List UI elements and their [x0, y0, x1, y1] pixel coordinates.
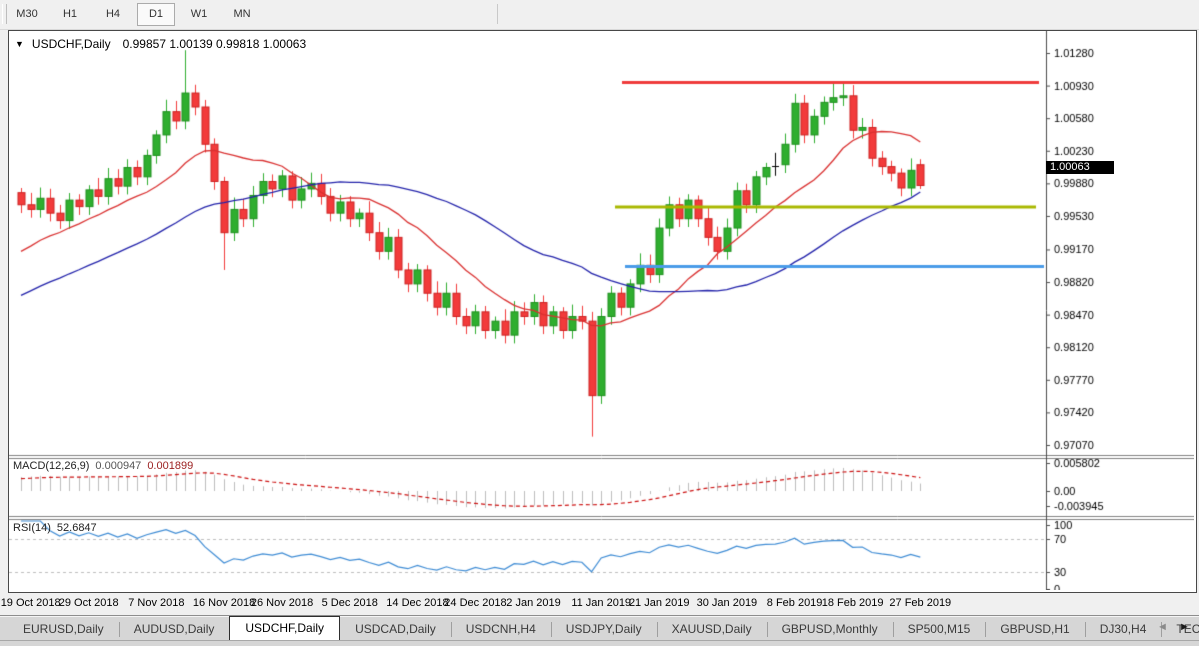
tab-usdjpy-daily[interactable]: USDJPY,Daily [551, 619, 657, 640]
chart-window: ▼ USDCHF,Daily 0.99857 1.00139 0.99818 1.0… [8, 30, 1197, 593]
tab-gbpusd-monthly[interactable]: GBPUSD,Monthly [767, 619, 893, 640]
tab-bar-divider [0, 640, 1199, 641]
date-label: 27 Feb 2019 [889, 597, 951, 609]
toolbar-separator [497, 4, 498, 24]
tab-usdcnh-h4[interactable]: USDCNH,H4 [451, 619, 551, 640]
chevron-down-icon[interactable]: ▼ [15, 39, 24, 49]
tab-gbpusd-h1[interactable]: GBPUSD,H1 [985, 619, 1084, 640]
symbol-tabs: EURUSD,DailyAUDUSD,DailyUSDCHF,DailyUSDC… [8, 616, 1199, 640]
symbol-tab-bar: EURUSD,DailyAUDUSD,DailyUSDCHF,DailyUSDC… [0, 615, 1199, 646]
date-label: 19 Oct 2018 [1, 597, 61, 609]
date-label: 2 Jan 2019 [506, 597, 560, 609]
date-label: 21 Jan 2019 [629, 597, 690, 609]
date-label: 18 Feb 2019 [822, 597, 884, 609]
tab-eurusd-daily[interactable]: EURUSD,Daily [8, 619, 119, 640]
timeframe-button-w1[interactable]: W1 [180, 3, 218, 26]
timeframe-buttons: M30H1H4D1W1MN [8, 3, 261, 26]
date-label: 11 Jan 2019 [571, 597, 631, 609]
date-label: 16 Nov 2018 [193, 597, 255, 609]
tabs-scroll-left-icon[interactable]: ◄ [1157, 621, 1168, 633]
chart-quote-ohlc: 0.99857 1.00139 0.99818 1.00063 [123, 37, 307, 51]
date-label: 30 Jan 2019 [697, 597, 758, 609]
chart-title: ▼ USDCHF,Daily 0.99857 1.00139 0.99818 1.0… [15, 37, 306, 51]
macd-name: MACD(12,26,9) [13, 460, 89, 472]
timeframe-button-h1[interactable]: H1 [51, 3, 89, 26]
rsi-name: RSI(14) [13, 522, 51, 534]
current-price-tag: 1.00063 [1046, 161, 1114, 174]
date-axis: 19 Oct 201829 Oct 20187 Nov 201816 Nov 2… [8, 594, 1197, 614]
date-label: 7 Nov 2018 [128, 597, 184, 609]
tab-dj30-h4[interactable]: DJ30,H4 [1085, 619, 1162, 640]
date-label: 5 Dec 2018 [322, 597, 378, 609]
rsi-value: 52.6847 [57, 522, 97, 534]
tab-usdchf-daily[interactable]: USDCHF,Daily [229, 616, 340, 640]
chart-symbol-label: USDCHF,Daily [32, 37, 111, 51]
tab-sp500-m15[interactable]: SP500,M15 [893, 619, 986, 640]
macd-indicator-label: MACD(12,26,9) 0.000947 0.001899 [13, 460, 193, 472]
date-label: 8 Feb 2019 [767, 597, 823, 609]
tabs-scroll-right-icon[interactable]: ► [1179, 621, 1190, 633]
tab-audusd-daily[interactable]: AUDUSD,Daily [119, 619, 230, 640]
price-chart-canvas[interactable] [9, 31, 1194, 590]
rsi-indicator-label: RSI(14) 52.6847 [13, 522, 97, 534]
date-label: 14 Dec 2018 [386, 597, 448, 609]
timeframe-toolbar: M30H1H4D1W1MN [0, 0, 1199, 30]
tab-usdcad-daily[interactable]: USDCAD,Daily [340, 619, 451, 640]
toolbar-grip-icon[interactable] [2, 4, 7, 24]
date-label: 26 Nov 2018 [251, 597, 313, 609]
date-label: 29 Oct 2018 [59, 597, 119, 609]
timeframe-button-m30[interactable]: M30 [8, 3, 46, 26]
timeframe-button-d1[interactable]: D1 [137, 3, 175, 26]
timeframe-button-mn[interactable]: MN [223, 3, 261, 26]
date-label: 24 Dec 2018 [444, 597, 506, 609]
macd-value-main: 0.000947 [95, 460, 141, 472]
macd-value-signal: 0.001899 [147, 460, 193, 472]
tab-xauusd-daily[interactable]: XAUUSD,Daily [657, 619, 767, 640]
timeframe-button-h4[interactable]: H4 [94, 3, 132, 26]
